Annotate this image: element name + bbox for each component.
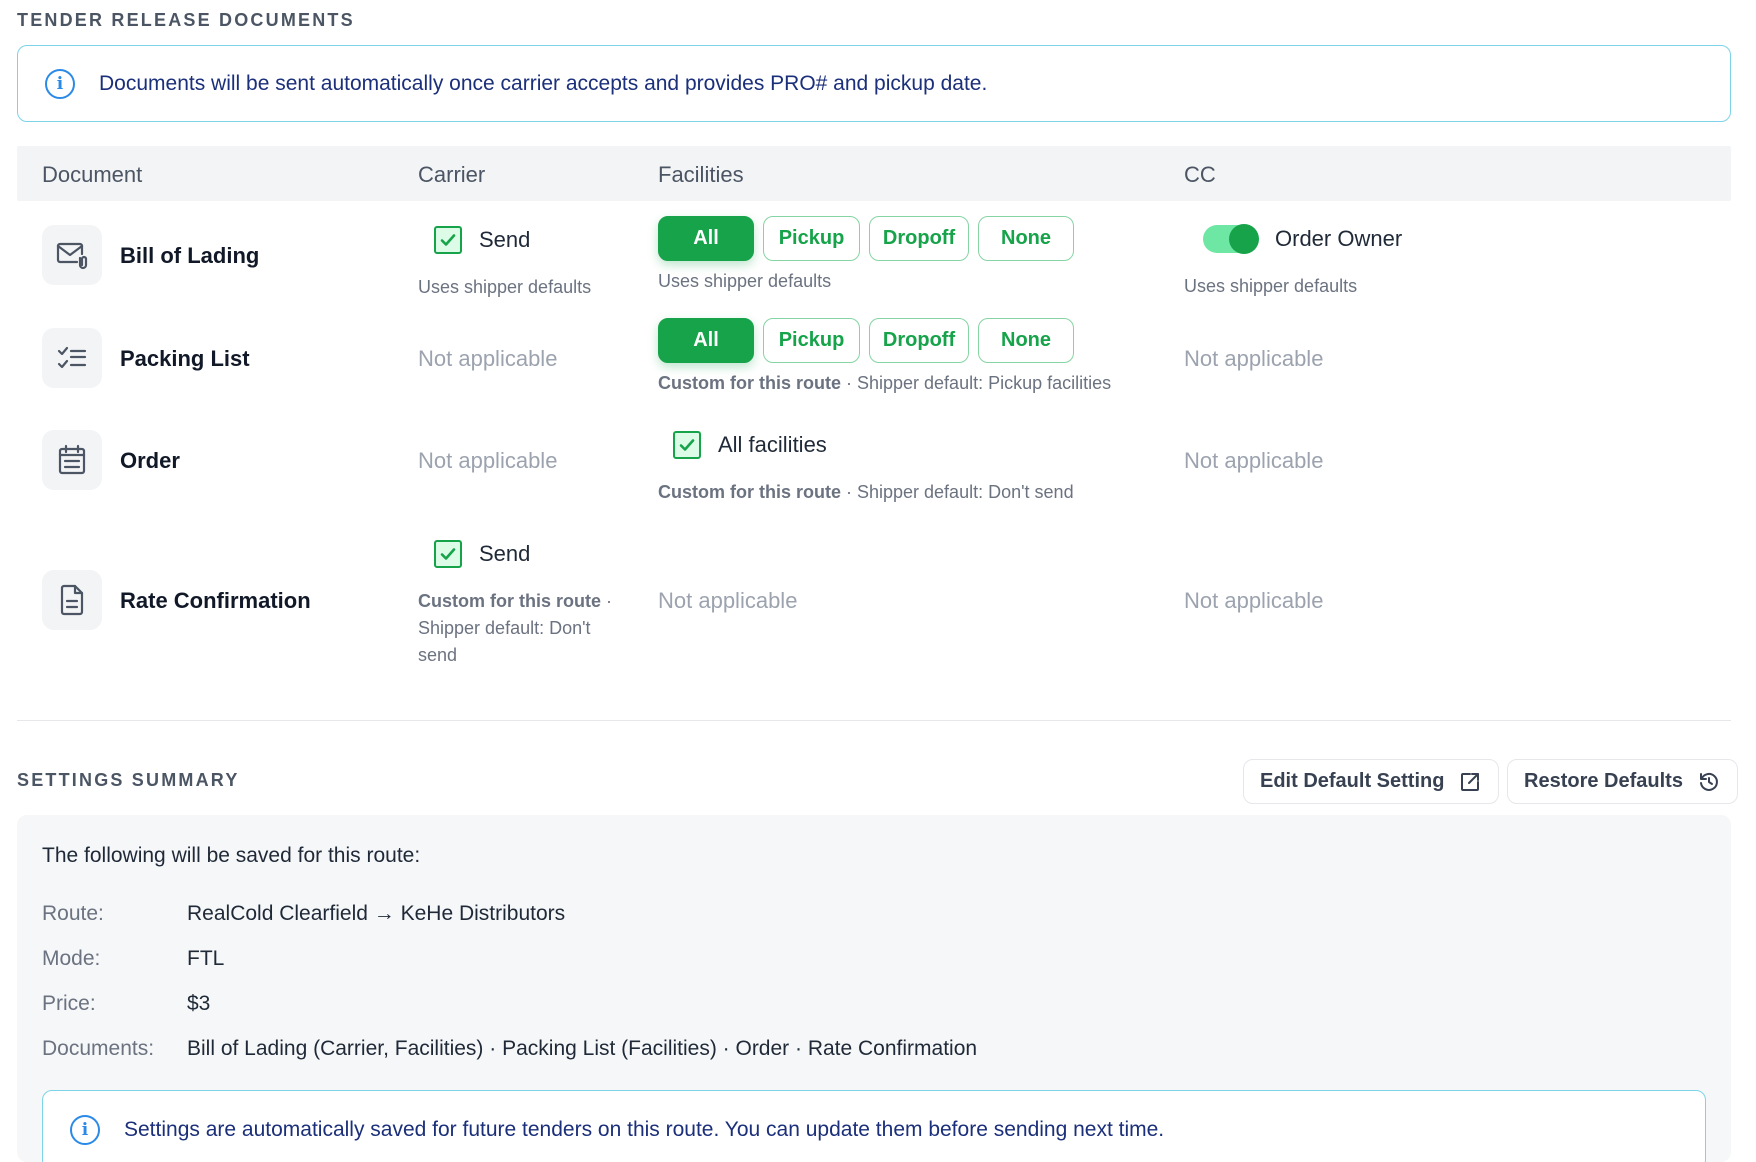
carrier-send-checkbox-bol[interactable]: Send [434, 226, 530, 254]
row-name-rate-confirmation: Rate Confirmation [120, 588, 311, 613]
facilities-segmented-packing: All Pickup Dropoff None [658, 318, 1074, 363]
section-title-tender: TENDER RELEASE DOCUMENTS [17, 10, 355, 30]
summary-key: Route: [42, 902, 104, 925]
facility-option-pickup[interactable]: Pickup [763, 216, 860, 261]
carrier-hint-bol: Uses shipper defaults [418, 277, 592, 297]
summary-intro: The following will be saved for this rou… [42, 844, 421, 867]
cc-not-applicable: Not applicable [1184, 448, 1324, 473]
button-label: Edit Default Setting [1260, 770, 1445, 792]
checkbox-label: Send [479, 541, 531, 566]
button-label: Restore Defaults [1524, 770, 1683, 792]
section-title-summary: SETTINGS SUMMARY [17, 770, 240, 790]
hint-line-2: Shipper default: Don't [418, 618, 591, 638]
summary-route-row: Route: RealCold Clearfield → KeHe Distri… [42, 902, 565, 926]
summary-key: Price: [42, 992, 96, 1015]
row-name-order: Order [120, 448, 180, 473]
info-banner-text: Documents will be sent automatically onc… [99, 71, 988, 95]
carrier-hint-rate: Custom for this route · Shipper default:… [418, 588, 618, 669]
hint-rest: · Shipper default: Pickup facilities [841, 373, 1112, 393]
column-header-document: Document [42, 162, 143, 187]
row-name-packing-list: Packing List [120, 346, 250, 371]
summary-key: Mode: [42, 947, 101, 970]
checkbox[interactable] [434, 540, 462, 568]
restore-defaults-button[interactable]: Restore Defaults [1507, 759, 1738, 804]
summary-value: $3 [187, 992, 211, 1015]
facility-option-none[interactable]: None [978, 318, 1074, 363]
carrier-not-applicable: Not applicable [418, 448, 558, 473]
row-name-bill-of-lading: Bill of Lading [120, 243, 260, 268]
cc-hint-bol: Uses shipper defaults [1184, 276, 1358, 296]
summary-mode-row: Mode: FTL [42, 947, 224, 971]
history-icon [1699, 772, 1718, 791]
section-divider [17, 720, 1731, 721]
info-icon: i [70, 1115, 100, 1145]
facilities-hint-order: Custom for this route · Shipper default:… [658, 479, 1074, 506]
info-banner: i Documents will be sent automatically o… [17, 45, 1731, 122]
toggle-label: Order Owner [1275, 226, 1403, 251]
cc-order-owner-toggle[interactable]: Order Owner [1203, 224, 1403, 254]
external-link-icon [1461, 772, 1480, 791]
summary-value: FTL [187, 947, 225, 970]
checkbox[interactable] [434, 226, 462, 254]
table-header: Document Carrier Facilities CC [17, 146, 1731, 201]
calendar-list-icon [42, 430, 102, 490]
column-header-cc: CC [1184, 162, 1216, 187]
hint-line-3: send [418, 645, 458, 665]
facility-option-all[interactable]: All [658, 318, 754, 363]
summary-documents-row: Documents: Bill of Lading (Carrier, Faci… [42, 1037, 977, 1061]
summary-key: Documents: [42, 1037, 155, 1060]
facility-option-all[interactable]: All [658, 216, 754, 261]
carrier-not-applicable: Not applicable [418, 346, 558, 371]
hint-bold: Custom for this route [658, 373, 841, 393]
facilities-all-checkbox-order[interactable]: All facilities [673, 431, 827, 459]
settings-summary-panel: The following will be saved for this rou… [17, 815, 1731, 1162]
facilities-hint-packing: Custom for this route · Shipper default:… [658, 370, 1111, 397]
facility-option-dropoff[interactable]: Dropoff [869, 216, 969, 261]
info-icon: i [45, 68, 75, 99]
facility-option-pickup[interactable]: Pickup [763, 318, 860, 363]
cc-not-applicable: Not applicable [1184, 588, 1324, 613]
document-icon [42, 570, 102, 630]
carrier-send-checkbox-rate[interactable]: Send [434, 540, 530, 568]
summary-value: Bill of Lading (Carrier, Facilities) · P… [187, 1037, 978, 1060]
edit-default-setting-button[interactable]: Edit Default Setting [1243, 759, 1500, 804]
checkbox-label: Send [479, 227, 531, 252]
mail-attachment-icon [42, 225, 102, 285]
cc-not-applicable: Not applicable [1184, 346, 1324, 371]
facility-option-none[interactable]: None [978, 216, 1074, 261]
column-header-carrier: Carrier [418, 162, 486, 187]
hint-bold: Custom for this route [418, 591, 601, 611]
checkbox-label: All facilities [718, 432, 827, 457]
hint-rest: · Shipper default: Don't send [841, 482, 1074, 502]
summary-info-text: Settings are automatically saved for fut… [124, 1118, 1165, 1141]
summary-info-banner: i Settings are automatically saved for f… [42, 1090, 1706, 1162]
facilities-hint-bol: Uses shipper defaults [658, 271, 832, 291]
facilities-segmented-bol: All Pickup Dropoff None [658, 216, 1074, 261]
checklist-icon [42, 328, 102, 388]
column-header-facilities: Facilities [658, 162, 744, 187]
checkbox[interactable] [673, 431, 701, 459]
hint-rest: · [601, 591, 612, 611]
toggle-switch[interactable] [1203, 224, 1259, 254]
facility-option-dropoff[interactable]: Dropoff [869, 318, 969, 363]
hint-bold: Custom for this route [658, 482, 841, 502]
summary-price-row: Price: $3 [42, 992, 210, 1016]
summary-value: RealCold Clearfield → KeHe Distributors [187, 902, 566, 925]
facilities-not-applicable: Not applicable [658, 588, 798, 613]
